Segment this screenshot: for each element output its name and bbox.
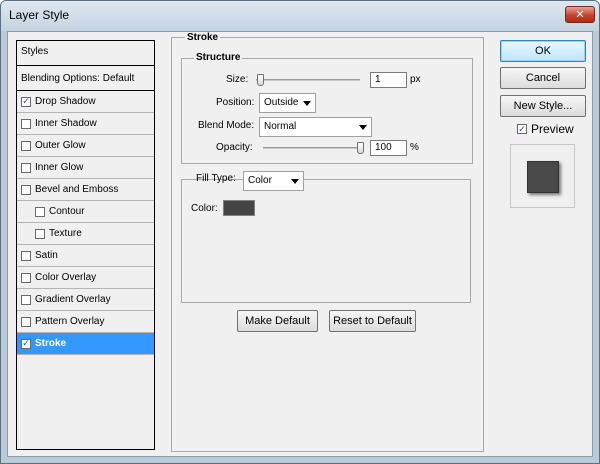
opacity-slider-thumb[interactable] [357,142,364,154]
chevron-down-icon [303,101,311,106]
blend-mode-value: Normal [264,121,297,132]
preview-label: Preview [531,122,574,136]
style-item-bevel-and-emboss[interactable]: Bevel and Emboss [17,179,154,201]
style-checkbox[interactable] [21,250,31,261]
cancel-button[interactable]: Cancel [500,67,586,89]
style-item-label: Inner Glow [35,162,84,173]
styles-list-header[interactable]: Styles [17,41,154,66]
position-select[interactable]: Outside [259,93,316,113]
size-unit: px [410,74,421,85]
style-item-label: Texture [49,228,82,239]
style-checkbox[interactable] [21,162,31,173]
position-value: Outside [264,97,299,108]
chevron-down-icon [291,179,299,184]
size-input[interactable]: 1 [370,72,407,88]
window-title: Layer Style [9,8,70,22]
preview-checkbox-row[interactable]: ✓ Preview [517,122,574,136]
title-bar[interactable]: Layer Style ✕ [1,1,599,31]
stroke-color-swatch[interactable] [223,200,255,216]
style-item-gradient-overlay[interactable]: Gradient Overlay [17,289,154,311]
style-item-label: Inner Shadow [35,118,97,129]
style-checkbox[interactable] [21,140,31,151]
blend-mode-label: Blend Mode: [198,120,255,131]
style-checkbox[interactable] [35,206,45,217]
blend-mode-select[interactable]: Normal [259,117,372,137]
fill-type-select[interactable]: Color [243,171,304,191]
style-checkbox[interactable]: ✓ [21,338,31,349]
style-checkbox[interactable] [35,228,45,239]
opacity-input[interactable]: 100 [370,140,407,156]
style-item-label: Blending Options: Default [21,72,135,84]
size-slider-track[interactable] [256,79,360,81]
style-item-label: Drop Shadow [35,96,96,107]
opacity-slider-track[interactable] [263,147,363,149]
style-item-drop-shadow[interactable]: ✓ Drop Shadow [17,91,154,113]
style-checkbox[interactable] [21,118,31,129]
close-button[interactable]: ✕ [565,6,595,23]
preview-checkbox[interactable]: ✓ [517,124,527,134]
dialog-client-area: Styles Blending Options: Default ✓ Drop Sh… [7,31,593,457]
layer-style-dialog: Layer Style ✕ Styles Blending Options: D… [0,0,600,464]
style-item-label: Color Overlay [35,272,97,283]
style-item-satin[interactable]: Satin [17,245,154,267]
style-item-label: Stroke [35,338,67,349]
make-default-button[interactable]: Make Default [237,310,318,332]
opacity-unit: % [410,142,419,153]
fill-type-value: Color [248,175,272,186]
style-checkbox[interactable] [21,294,31,305]
style-item-label: Satin [35,250,58,261]
style-item-label: Contour [49,206,85,217]
styles-list: Styles Blending Options: Default ✓ Drop Sh… [16,40,155,450]
style-item-label: Outer Glow [35,140,86,151]
close-icon: ✕ [575,9,585,21]
reset-to-default-button[interactable]: Reset to Default [329,310,416,332]
opacity-label: Opacity: [216,142,253,153]
style-checkbox[interactable] [21,184,31,195]
style-item-inner-shadow[interactable]: Inner Shadow [17,113,154,135]
size-label: Size: [226,74,249,85]
color-label: Color: [191,203,218,214]
preview-thumbnail [510,144,575,208]
style-checkbox[interactable] [21,272,31,283]
position-label: Position: [216,97,255,108]
preview-swatch [527,161,559,193]
fill-type-group [181,179,471,303]
ok-button[interactable]: OK [500,40,586,62]
style-item-pattern-overlay[interactable]: Pattern Overlay [17,311,154,333]
stroke-group-title: Stroke [185,32,221,43]
style-item-label: Gradient Overlay [35,294,111,305]
style-item-texture[interactable]: Texture [17,223,154,245]
style-item-label: Bevel and Emboss [35,184,119,195]
style-checkbox[interactable] [21,316,31,327]
style-item-outer-glow[interactable]: Outer Glow [17,135,154,157]
style-item-inner-glow[interactable]: Inner Glow [17,157,154,179]
style-item-blending-options-default[interactable]: Blending Options: Default [17,66,154,91]
style-item-label: Pattern Overlay [35,316,105,327]
size-slider-thumb[interactable] [257,74,264,86]
chevron-down-icon [359,125,367,130]
style-item-stroke[interactable]: ✓ Stroke [17,333,154,355]
style-item-contour[interactable]: Contour [17,201,154,223]
style-item-color-overlay[interactable]: Color Overlay [17,267,154,289]
fill-type-label: Fill Type: [196,173,236,184]
structure-group-title: Structure [194,52,243,63]
new-style-button[interactable]: New Style... [500,95,586,117]
style-checkbox[interactable]: ✓ [21,96,31,107]
